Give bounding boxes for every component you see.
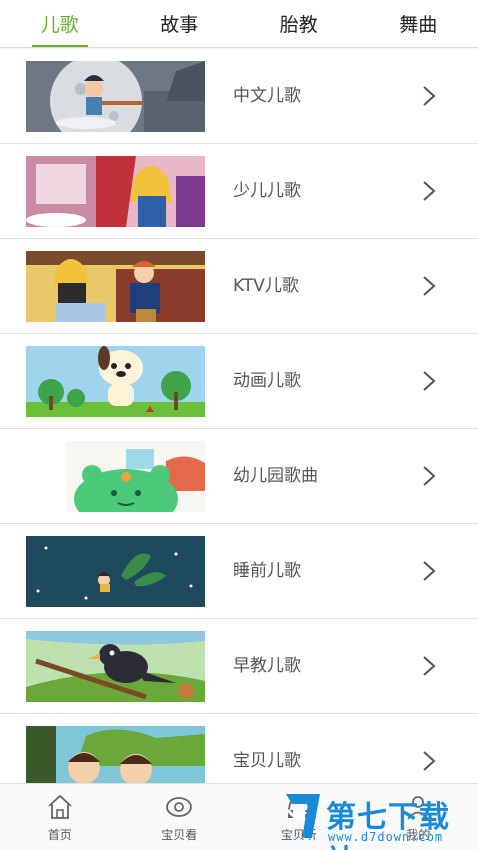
nav-label: 首页 [47,828,72,842]
green-monster-thumbnail [26,441,205,512]
tab-label: 胎教 [279,14,318,36]
list-item-label: 少儿儿歌 [233,181,301,201]
list-item-label: 宝贝儿歌 [233,751,301,771]
list-item[interactable]: 少儿儿歌 [0,144,478,239]
list-item-label: 动画儿歌 [233,371,301,391]
list-item-label: 中文儿歌 [233,86,301,106]
eye-icon [164,792,194,822]
list-item[interactable]: 早教儿歌 [0,619,478,714]
tab-label: 舞曲 [399,14,438,36]
list-item-label: 睡前儿歌 [233,561,301,581]
watermark-url: www.d7down.com [328,830,444,844]
list-item-label: KTV儿歌 [233,276,299,296]
chevron-right-icon [418,655,440,677]
home-icon [45,792,75,822]
list-item[interactable]: 动画儿歌 [0,334,478,429]
chevron-right-icon [418,750,440,772]
watermark-logo [282,788,326,844]
chevron-right-icon [418,180,440,202]
category-list: 中文儿歌 少儿儿歌 KTV儿歌 动画儿歌 幼儿园歌曲 睡前儿歌 早教儿歌 宝贝儿… [0,49,478,783]
chevron-right-icon [418,85,440,107]
list-item[interactable]: 幼儿园歌曲 [0,429,478,524]
tab-erge[interactable]: 儿歌 [0,0,120,47]
tab-label: 故事 [160,14,199,36]
list-item[interactable]: 睡前儿歌 [0,524,478,619]
chevron-right-icon [418,275,440,297]
list-item[interactable]: 中文儿歌 [0,49,478,144]
active-tab-indicator [32,45,88,47]
moon-night-thumbnail [26,61,205,132]
nav-label: 宝贝看 [161,828,198,842]
tab-label: 儿歌 [40,14,79,36]
category-tabs: 儿歌 故事 胎教 舞曲 [0,0,478,48]
list-item-label: 幼儿园歌曲 [233,466,318,486]
kids-thumbnail [26,726,205,783]
princess-thumbnail [26,156,205,227]
chevron-right-icon [418,370,440,392]
chevron-right-icon [418,465,440,487]
list-item[interactable]: KTV儿歌 [0,239,478,334]
tab-taijiao[interactable]: 胎教 [239,0,359,47]
site-watermark: 第七下载站 www.d7down.com [282,788,478,850]
puppy-thumbnail [26,346,205,417]
nav-home[interactable]: 首页 [0,784,120,850]
couple-thumbnail [26,251,205,322]
list-item[interactable]: 宝贝儿歌 [0,714,478,783]
tab-gushi[interactable]: 故事 [120,0,240,47]
tab-wuqu[interactable]: 舞曲 [359,0,478,47]
crow-thumbnail [26,631,205,702]
crescent-moon-thumbnail [26,536,205,607]
nav-baobeikan[interactable]: 宝贝看 [120,784,240,850]
list-item-label: 早教儿歌 [233,656,301,676]
chevron-right-icon [418,560,440,582]
